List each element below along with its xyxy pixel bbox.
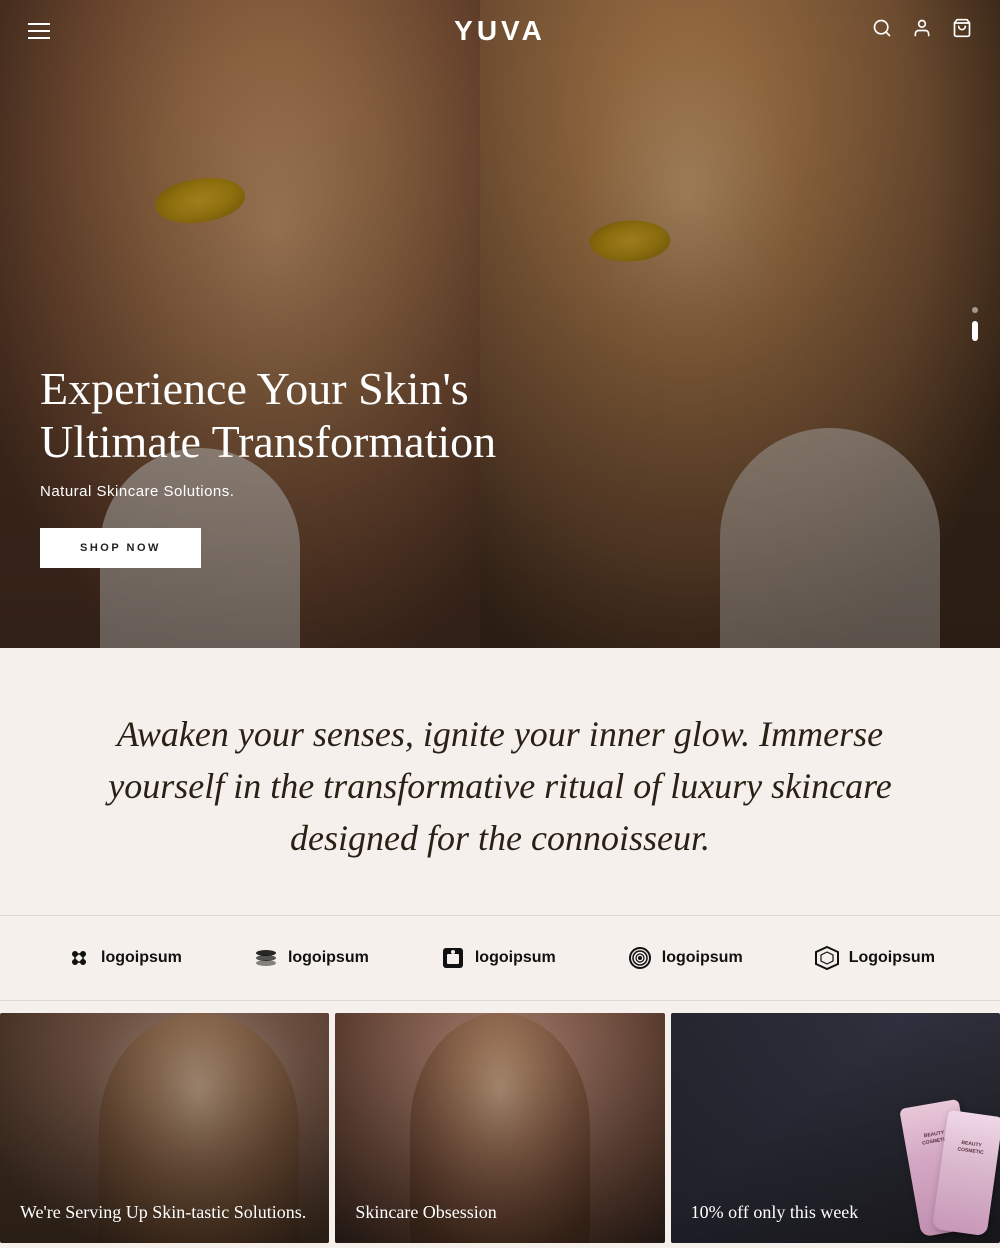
brand-icon-1 — [65, 944, 93, 972]
hero-content: Experience Your Skin's Ultimate Transfor… — [40, 363, 600, 568]
brand-name-4: logoipsum — [662, 949, 743, 967]
account-icon[interactable] — [912, 18, 932, 44]
scroll-indicator — [972, 307, 978, 341]
brand-item-4: logoipsum — [626, 944, 743, 972]
scroll-dot-1[interactable] — [972, 307, 978, 313]
site-logo[interactable]: YUVA — [454, 15, 546, 47]
card-1[interactable]: We're Serving Up Skin-tastic Solutions. — [0, 1013, 329, 1243]
nav-right — [872, 18, 972, 44]
tagline-section: Awaken your senses, ignite your inner gl… — [0, 648, 1000, 915]
card-3-title: 10% off only this week — [691, 1200, 980, 1224]
brand-icon-5 — [813, 944, 841, 972]
scroll-dot-2[interactable] — [972, 321, 978, 341]
brand-name-2: logoipsum — [288, 949, 369, 967]
brand-name-5: Logoipsum — [849, 949, 935, 967]
hero-section: Experience Your Skin's Ultimate Transfor… — [0, 0, 1000, 648]
brand-name-3: logoipsum — [475, 949, 556, 967]
card-3-text: 10% off only this week — [671, 1182, 1000, 1242]
card-2-text: Skincare Obsession — [335, 1182, 664, 1242]
cards-section: We're Serving Up Skin-tastic Solutions. … — [0, 1007, 1000, 1243]
hero-subtitle: Natural Skincare Solutions. — [40, 483, 600, 500]
card-1-title: We're Serving Up Skin-tastic Solutions. — [20, 1200, 309, 1224]
card-2-title: Skincare Obsession — [355, 1200, 644, 1224]
brand-item-1: logoipsum — [65, 944, 182, 972]
nav-left — [28, 23, 50, 39]
navbar: YUVA — [0, 0, 1000, 62]
tagline-text: Awaken your senses, ignite your inner gl… — [80, 708, 920, 865]
card-1-text: We're Serving Up Skin-tastic Solutions. — [0, 1182, 329, 1242]
shop-now-button[interactable]: SHOP NOW — [40, 528, 201, 568]
brand-item-3: logoipsum — [439, 944, 556, 972]
brand-icon-3 — [439, 944, 467, 972]
card-2[interactable]: Skincare Obsession — [335, 1013, 664, 1243]
brand-item-5: Logoipsum — [813, 944, 935, 972]
brand-item-2: logoipsum — [252, 944, 369, 972]
hero-title: Experience Your Skin's Ultimate Transfor… — [40, 363, 600, 469]
search-icon[interactable] — [872, 18, 892, 44]
brand-icon-4 — [626, 944, 654, 972]
brand-name-1: logoipsum — [101, 949, 182, 967]
brands-section: logoipsum logoipsum logoipsum logoipsum — [0, 915, 1000, 1001]
card-3[interactable]: BEAUTYCOSMETIC BEAUTYCOSMETIC 10% off on… — [671, 1013, 1000, 1243]
hamburger-button[interactable] — [28, 23, 50, 39]
brand-icon-2 — [252, 944, 280, 972]
cart-icon[interactable] — [952, 18, 972, 44]
